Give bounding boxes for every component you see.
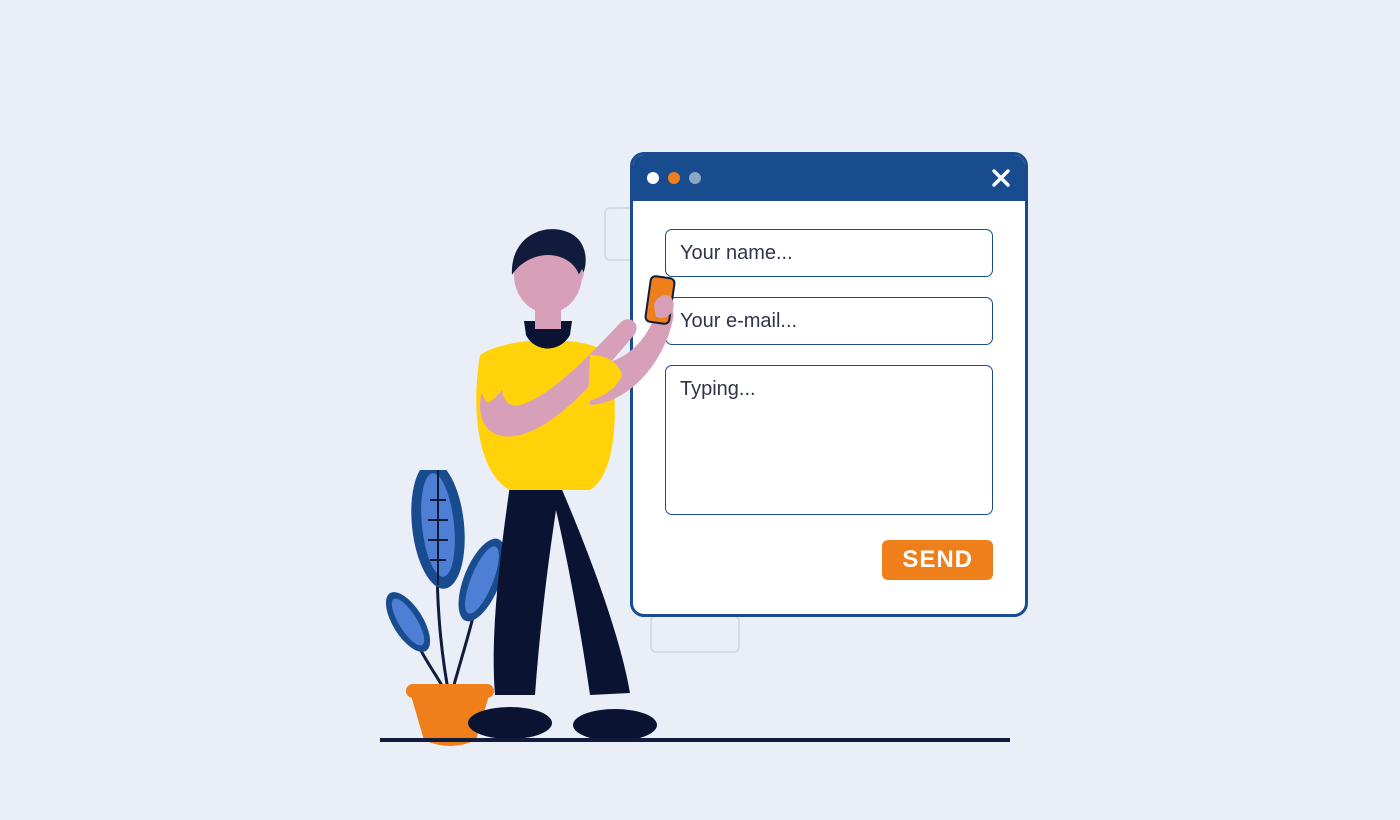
- traffic-light-dot: [689, 172, 701, 184]
- traffic-light-dot: [668, 172, 680, 184]
- illustration-stage: SEND: [0, 0, 1400, 820]
- traffic-light-dot: [647, 172, 659, 184]
- message-textarea[interactable]: [665, 365, 993, 515]
- email-input[interactable]: [665, 297, 993, 345]
- window-titlebar: [633, 155, 1025, 201]
- send-button[interactable]: SEND: [882, 540, 993, 580]
- ground-line: [380, 738, 1010, 742]
- close-icon[interactable]: [989, 166, 1013, 190]
- name-input[interactable]: [665, 229, 993, 277]
- person-illustration: [440, 225, 700, 745]
